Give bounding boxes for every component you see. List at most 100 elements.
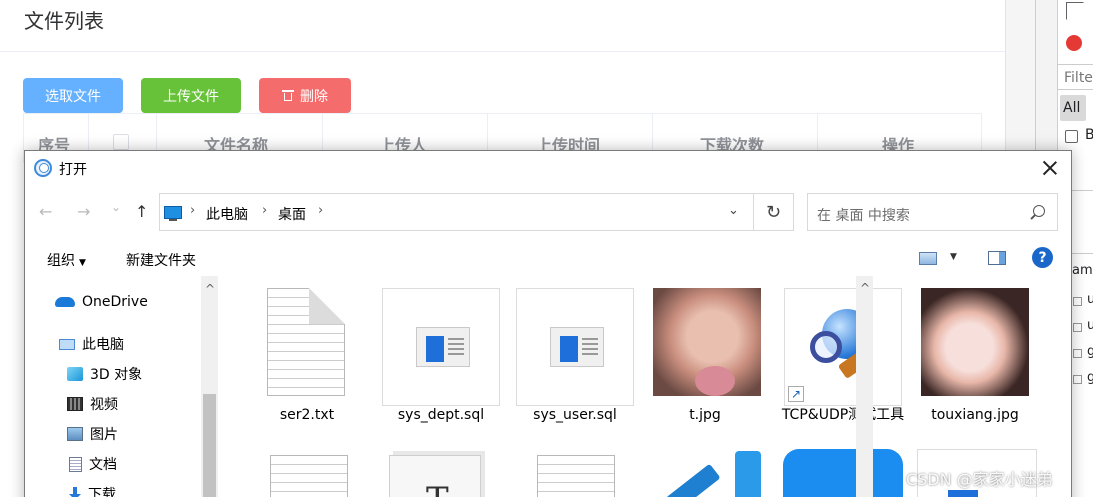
devtools-row[interactable]: g (1087, 344, 1093, 359)
back-arrow-icon[interactable]: ← (39, 202, 52, 221)
nav-item-onedrive[interactable]: OneDrive (55, 294, 148, 310)
dropdown-arrow-icon: ▼ (79, 258, 86, 268)
devtools-divider (1072, 253, 1093, 254)
3d-objects-icon (67, 367, 83, 381)
delete-button[interactable]: 删除 (259, 78, 351, 113)
devtools-row-icon (1073, 375, 1082, 384)
devtools-row[interactable]: g (1087, 370, 1093, 385)
preview-pane-icon[interactable] (988, 251, 1006, 265)
nav-item-label: 此电脑 (82, 337, 124, 353)
file-name: sys_user.sql (533, 407, 617, 423)
dialog-toolbar: 组织 ▼ 新建文件夹 ▼ ? (25, 242, 1071, 274)
search-input[interactable]: 在 桌面 中搜索 (817, 205, 910, 225)
file-name: t.jpg (689, 407, 721, 423)
scroll-up-chevron-icon[interactable]: ^ (860, 281, 870, 295)
nav-item-documents[interactable]: 文档 (69, 454, 117, 474)
trash-icon (282, 89, 294, 102)
search-icon (1033, 205, 1045, 217)
file-item[interactable]: sys_user.sql (515, 282, 635, 432)
dialog-titlebar[interactable]: 打开 (25, 151, 1071, 185)
nav-item-label: 图片 (90, 427, 118, 443)
close-icon[interactable] (1039, 157, 1061, 179)
file-item[interactable]: ↗ TCP&UDP测试工具 (782, 282, 904, 432)
font-file-icon[interactable]: T (389, 455, 481, 497)
nav-item-label: 3D 对象 (90, 367, 143, 383)
navigation-bar: ← → ⌄ ↑ › 此电脑 › 桌面 › ⌄ ↻ 在 桌面 中搜索 (25, 192, 1071, 232)
nav-item-label: 文档 (89, 457, 117, 473)
tcp-udp-tool-icon: ↗ (783, 288, 903, 406)
shortcut-arrow-icon: ↗ (788, 386, 804, 402)
forward-arrow-icon[interactable]: → (77, 202, 90, 221)
title-divider (0, 51, 1005, 52)
nav-item-downloads[interactable]: 下载 (69, 484, 116, 497)
app-shortcut-icon[interactable] (783, 449, 903, 497)
file-name: sys_dept.sql (397, 407, 485, 423)
sql-file-icon (515, 288, 635, 406)
refresh-icon[interactable]: ↻ (754, 193, 794, 231)
devtools-checkbox-label: B (1085, 127, 1093, 143)
devtools-row[interactable]: u (1087, 318, 1093, 333)
nav-item-pictures[interactable]: 图片 (67, 424, 118, 444)
vscode-icon[interactable] (665, 451, 761, 497)
nav-item-label: 下载 (88, 487, 116, 497)
dialog-title: 打开 (59, 162, 87, 178)
devtools-filter-input[interactable]: Filter (1057, 64, 1093, 90)
breadcrumb-chevron-icon[interactable]: › (318, 203, 323, 218)
videos-icon (67, 397, 83, 411)
nav-item-this-pc[interactable]: 此电脑 (59, 334, 124, 354)
search-box[interactable]: 在 桌面 中搜索 (807, 193, 1058, 231)
file-name: ser2.txt (279, 407, 335, 423)
page-title: 文件列表 (24, 9, 104, 33)
organize-menu-label: 组织 (47, 253, 75, 269)
devtools-row-icon (1073, 349, 1082, 358)
devtools-row-icon (1073, 297, 1082, 306)
nav-pane-scroll-thumb[interactable] (203, 394, 216, 497)
nav-item-videos[interactable]: 视频 (67, 394, 118, 414)
file-item[interactable]: touxiang.jpg (919, 282, 1039, 432)
up-arrow-icon[interactable]: ↑ (135, 202, 148, 221)
delete-button-label: 删除 (300, 88, 328, 105)
upload-file-button[interactable]: 上传文件 (141, 78, 241, 113)
navigation-pane: OneDrive 此电脑 3D 对象 视频 图片 文档 下载 ^ (25, 276, 221, 497)
scroll-up-chevron-icon[interactable]: ^ (205, 282, 215, 296)
devtools-row[interactable]: u (1087, 292, 1093, 307)
pictures-icon (67, 427, 83, 441)
file-name: touxiang.jpg (931, 407, 1019, 423)
nav-item-3d-objects[interactable]: 3D 对象 (67, 364, 142, 384)
open-file-dialog: 打开 ← → ⌄ ↑ › 此电脑 › 桌面 › ⌄ ↻ 在 桌面 中搜索 组织 ▼… (24, 150, 1072, 497)
breadcrumb-chevron-icon[interactable]: › (190, 203, 195, 218)
recent-locations-chevron-icon[interactable]: ⌄ (111, 200, 121, 214)
onedrive-icon (55, 297, 75, 307)
file-grid-scrollbar[interactable] (856, 276, 873, 497)
address-bar[interactable]: › 此电脑 › 桌面 › ⌄ (159, 193, 754, 231)
inspect-element-icon[interactable] (1066, 2, 1084, 20)
documents-icon (69, 456, 82, 472)
text-file-icon (247, 288, 367, 406)
text-file-icon[interactable] (537, 455, 615, 497)
change-view-icon[interactable] (919, 252, 937, 265)
record-icon[interactable] (1066, 35, 1082, 51)
devtools-row-icon (1073, 323, 1082, 332)
this-pc-icon (164, 206, 182, 221)
help-icon[interactable]: ? (1032, 247, 1053, 268)
new-folder-button[interactable]: 新建文件夹 (126, 250, 196, 270)
organize-menu[interactable]: 组织 ▼ (47, 250, 86, 270)
file-item[interactable]: sys_dept.sql (381, 282, 501, 432)
file-item[interactable]: ser2.txt (247, 282, 367, 432)
breadcrumb-this-pc[interactable]: 此电脑 (206, 204, 248, 224)
watermark: CSDN @家家小迷弟 (906, 470, 1053, 489)
text-file-icon[interactable] (270, 455, 348, 497)
browser-app-icon (34, 159, 52, 177)
breadcrumb-chevron-icon[interactable]: › (262, 203, 267, 218)
devtools-divider (1072, 190, 1093, 191)
address-dropdown-chevron-icon[interactable]: ⌄ (728, 203, 739, 218)
devtools-checkbox[interactable] (1065, 130, 1078, 143)
view-dropdown-arrow-icon[interactable]: ▼ (950, 252, 957, 262)
select-all-checkbox[interactable] (113, 134, 129, 150)
select-file-button[interactable]: 选取文件 (23, 78, 123, 113)
breadcrumb-desktop[interactable]: 桌面 (278, 204, 306, 224)
downloads-icon (69, 487, 81, 497)
devtools-filter-all[interactable]: All (1060, 95, 1086, 121)
file-item[interactable]: t.jpg (651, 282, 771, 432)
nav-item-label: 视频 (90, 397, 118, 413)
